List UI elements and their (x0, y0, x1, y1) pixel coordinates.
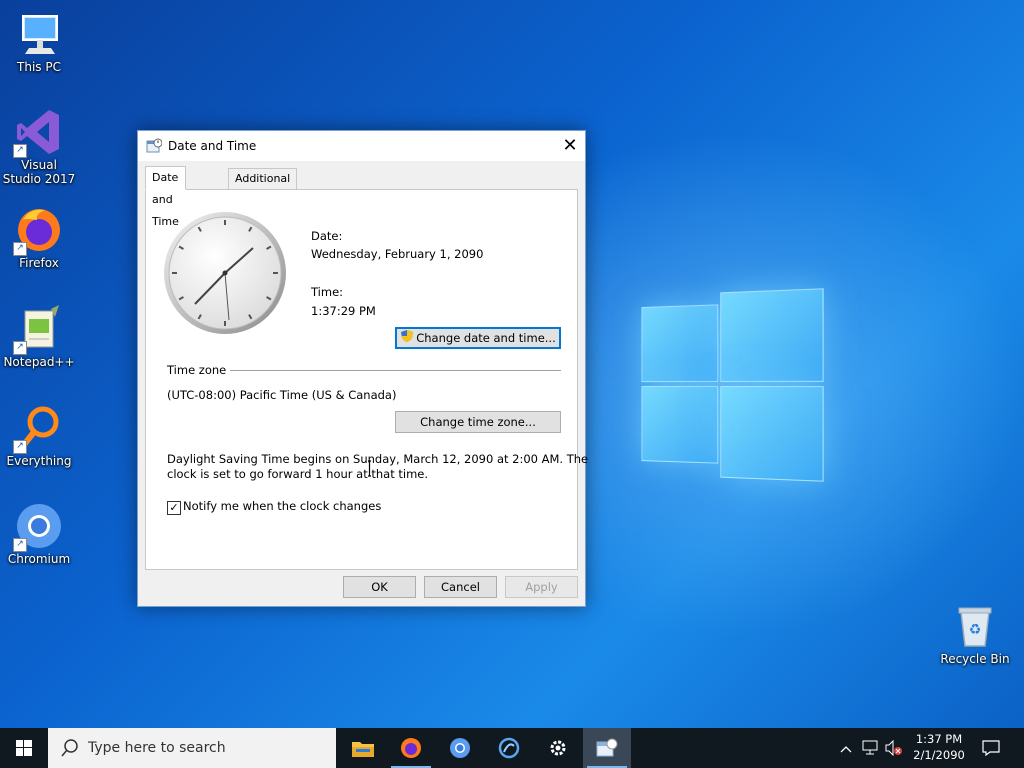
computer-icon (15, 10, 63, 58)
taskbar-date-time[interactable] (583, 728, 631, 768)
firefox-icon: ↗ (13, 206, 63, 256)
close-button[interactable]: ✕ (555, 131, 585, 161)
chromium-icon (449, 737, 471, 762)
desktop-icon-chromium[interactable]: ↗ Chromium (1, 502, 77, 566)
time-value: 1:37:29 PM (311, 304, 376, 318)
firefox-icon (400, 737, 422, 762)
date-label: Date: (311, 229, 343, 243)
network-icon (862, 740, 880, 759)
edge-like-icon (498, 737, 520, 762)
shortcut-arrow-icon: ↗ (13, 341, 27, 355)
notepadpp-icon: ↗ (13, 305, 63, 355)
cancel-button[interactable]: Cancel (424, 576, 497, 598)
date-time-icon (596, 738, 618, 761)
settings-icon (548, 738, 568, 761)
date-time-icon (146, 138, 163, 154)
start-button[interactable] (0, 728, 48, 768)
taskbar-app-swirl[interactable] (485, 728, 533, 768)
windows-wallpaper-logo (641, 286, 824, 484)
taskbar: Type here to search 1:37 PM 2/1/2090 (0, 728, 1024, 768)
dialog-title: Date and Time (168, 139, 257, 153)
recycle-bin-icon: ♻ (951, 602, 999, 650)
desktop-icon-firefox[interactable]: ↗ Firefox (1, 206, 77, 270)
tab-additional-clocks[interactable]: Additional Clocks (228, 168, 298, 205)
shortcut-arrow-icon: ↗ (13, 538, 27, 552)
timezone-section-heading: Time zone (167, 363, 227, 377)
time-label: Time: (311, 285, 344, 299)
uac-shield-icon (400, 329, 414, 348)
notification-icon (982, 740, 1000, 759)
chevron-up-icon (840, 742, 852, 756)
change-date-time-label: Change date and time... (416, 331, 556, 345)
search-icon (60, 738, 80, 758)
date-time-dialog: Date and Time ✕ Date and Time Additional… (137, 130, 588, 607)
taskbar-chromium[interactable] (436, 728, 484, 768)
taskbar-settings[interactable] (534, 728, 582, 768)
everything-search-icon: ↗ (13, 404, 63, 454)
date-value: Wednesday, February 1, 2090 (311, 247, 484, 261)
windows-logo-icon (16, 740, 32, 759)
notify-checkbox[interactable]: ✓ (167, 501, 181, 515)
taskbar-file-explorer[interactable] (339, 728, 387, 768)
shortcut-arrow-icon: ↗ (13, 242, 27, 256)
taskbar-time: 1:37 PM (915, 732, 963, 746)
svg-text:♻: ♻ (969, 622, 982, 638)
taskbar-date: 2/1/2090 (913, 748, 965, 762)
section-divider (230, 370, 561, 371)
analog-clock (162, 210, 288, 336)
chromium-icon: ↗ (13, 502, 63, 552)
tab-date-and-time[interactable]: Date and Time (145, 166, 186, 228)
change-time-zone-button[interactable]: Change time zone... (395, 411, 561, 433)
dst-info-line-2: clock is set to go forward 1 hour at tha… (167, 467, 429, 481)
desktop-icon-everything[interactable]: ↗ Everything (1, 404, 77, 468)
desktop-icon-recycle-bin[interactable]: ♻ Recycle Bin (937, 602, 1013, 666)
visual-studio-icon: ↗ (13, 108, 63, 158)
shortcut-arrow-icon: ↗ (13, 440, 27, 454)
mouse-cursor (366, 460, 376, 481)
taskbar-search-box[interactable]: Type here to search (48, 728, 336, 768)
ok-button[interactable]: OK (343, 576, 416, 598)
taskbar-firefox[interactable] (387, 728, 435, 768)
apply-button[interactable]: Apply (505, 576, 578, 598)
timezone-value: (UTC-08:00) Pacific Time (US & Canada) (167, 388, 397, 402)
tab-panel: Date: Wednesday, February 1, 2090 Time: … (145, 189, 588, 570)
dialog-titlebar[interactable]: Date and Time ✕ (138, 131, 585, 161)
file-explorer-icon (352, 739, 374, 760)
shortcut-arrow-icon: ↗ (13, 144, 27, 158)
taskbar-clock[interactable]: 1:37 PM 2/1/2090 (906, 731, 972, 763)
dst-info-line-1: Daylight Saving Time begins on Sunday, M… (167, 452, 589, 466)
desktop-icon-visual-studio[interactable]: ↗ Visual Studio 2017 (1, 108, 77, 186)
desktop-icon-notepadpp[interactable]: ↗ Notepad++ (1, 305, 77, 369)
change-date-time-button[interactable]: Change date and time... (395, 327, 561, 349)
notify-label: Notify me when the clock changes (183, 499, 382, 513)
search-placeholder: Type here to search (88, 740, 226, 756)
desktop-icon-this-pc[interactable]: This PC (1, 10, 77, 74)
volume-muted-icon (884, 739, 904, 759)
